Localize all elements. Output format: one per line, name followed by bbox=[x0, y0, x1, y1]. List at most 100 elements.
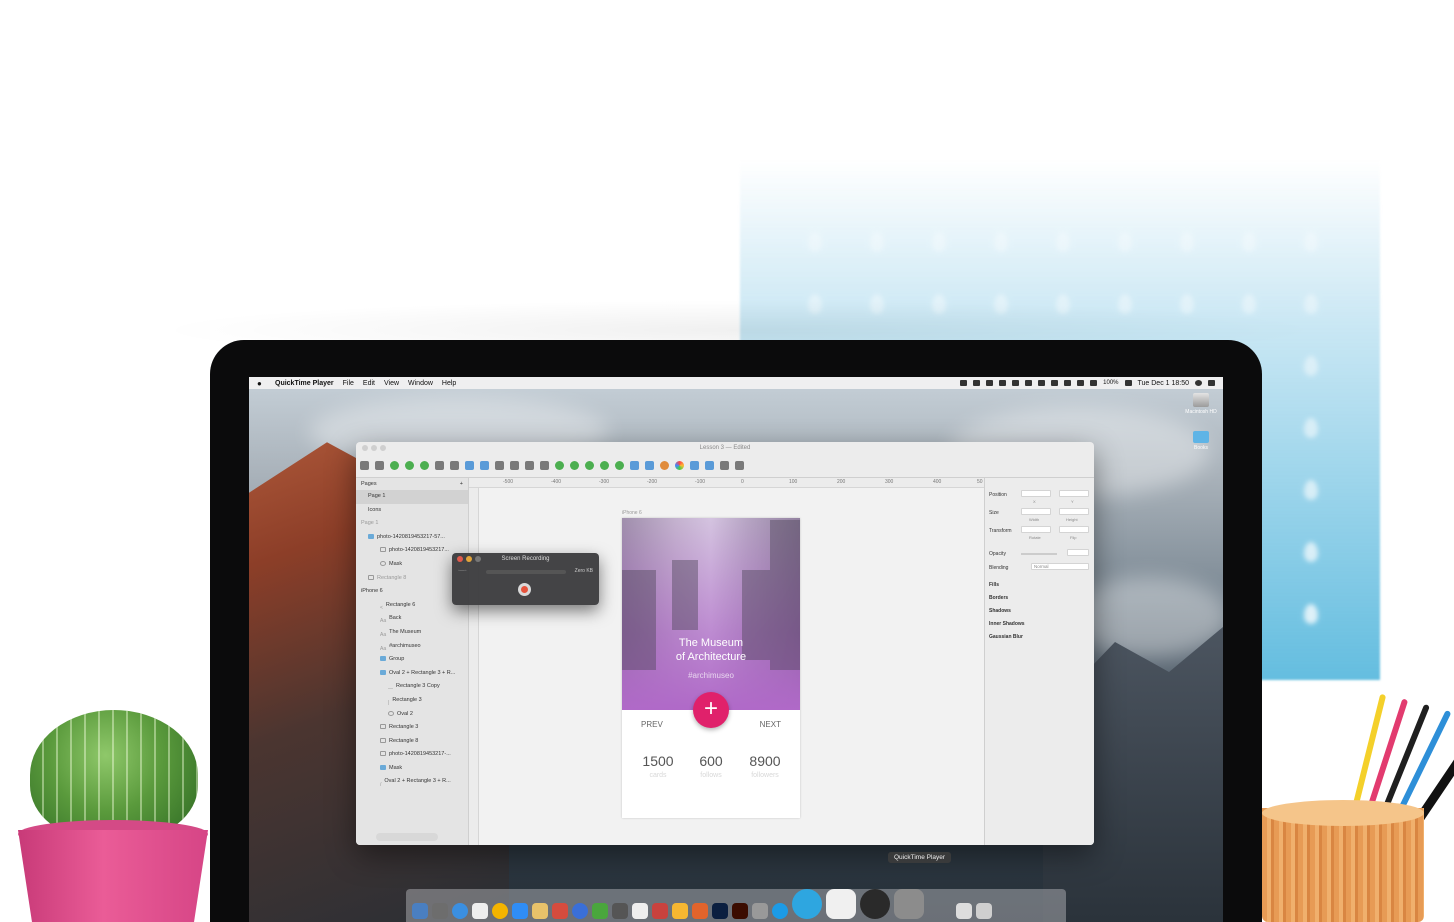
skype-web-icon[interactable] bbox=[572, 903, 588, 919]
photoshop-icon[interactable] bbox=[712, 903, 728, 919]
next-button[interactable]: NEXT bbox=[760, 720, 781, 729]
app-store-icon[interactable] bbox=[512, 903, 528, 919]
close-button[interactable] bbox=[457, 556, 463, 562]
airplay-icon[interactable] bbox=[1038, 380, 1046, 386]
trash-icon[interactable] bbox=[976, 903, 992, 919]
notes-icon[interactable] bbox=[532, 903, 548, 919]
view-icon[interactable] bbox=[735, 461, 744, 470]
menu-file[interactable]: File bbox=[343, 380, 354, 387]
layer-item[interactable]: Mask bbox=[356, 762, 468, 776]
pages-icon[interactable] bbox=[632, 903, 648, 919]
status-icon[interactable] bbox=[960, 380, 968, 386]
finder-icon[interactable] bbox=[412, 903, 428, 919]
forward-icon[interactable] bbox=[630, 461, 639, 470]
zoom-icon[interactable] bbox=[525, 461, 534, 470]
launchpad-icon[interactable] bbox=[432, 903, 448, 919]
rotate-input[interactable] bbox=[1021, 526, 1051, 533]
sketch-icon[interactable] bbox=[672, 903, 688, 919]
battery-icon[interactable] bbox=[1124, 380, 1132, 386]
inner-shadows-section[interactable]: Inner Shadows bbox=[989, 621, 1025, 627]
menu-view[interactable]: View bbox=[384, 380, 399, 387]
clock[interactable]: Tue Dec 1 18:50 bbox=[1138, 380, 1190, 387]
width-input[interactable] bbox=[1021, 508, 1051, 515]
layer-item[interactable]: Rectangle 8 bbox=[356, 735, 468, 749]
menu-window[interactable]: Window bbox=[408, 380, 433, 387]
recording-titlebar[interactable]: Screen Recording bbox=[452, 553, 599, 565]
page-item[interactable]: Page 1 bbox=[356, 490, 468, 504]
position-x-input[interactable] bbox=[1021, 490, 1051, 497]
intersect-icon[interactable] bbox=[585, 461, 594, 470]
apple-menu-icon[interactable]: ● bbox=[257, 379, 265, 388]
layer-item[interactable]: photo-1420819453217-... bbox=[356, 748, 468, 762]
utility-icon[interactable] bbox=[752, 903, 768, 919]
insert-icon[interactable] bbox=[360, 461, 369, 470]
system-preferences-icon[interactable] bbox=[894, 889, 924, 919]
vector-icon[interactable] bbox=[435, 461, 444, 470]
text-icon[interactable] bbox=[450, 461, 459, 470]
position-y-input[interactable] bbox=[1059, 490, 1089, 497]
status-icon[interactable] bbox=[999, 380, 1007, 386]
edit-icon[interactable] bbox=[540, 461, 549, 470]
notification-center-icon[interactable] bbox=[1208, 380, 1215, 386]
layer-item[interactable]: AaBack bbox=[356, 612, 468, 626]
downloads-icon[interactable] bbox=[956, 903, 972, 919]
terminal-icon[interactable] bbox=[612, 903, 628, 919]
status-icon[interactable] bbox=[973, 380, 981, 386]
difference-icon[interactable] bbox=[600, 461, 609, 470]
layer-item[interactable]: photo-1420819453217-57... bbox=[356, 531, 468, 545]
safari-icon[interactable] bbox=[452, 903, 468, 919]
menu-app-name[interactable]: QuickTime Player bbox=[275, 380, 334, 387]
quicktime-icon[interactable] bbox=[860, 889, 890, 919]
layer-item[interactable]: Aa#archimuseo bbox=[356, 640, 468, 654]
page-item[interactable]: Icons bbox=[356, 504, 468, 518]
wifi-icon[interactable] bbox=[1051, 380, 1059, 386]
bluetooth-icon[interactable] bbox=[1077, 380, 1085, 386]
blending-select[interactable]: Normal bbox=[1031, 563, 1089, 570]
group-icon[interactable] bbox=[375, 461, 384, 470]
evernote-icon[interactable] bbox=[592, 903, 608, 919]
artboard-icon[interactable] bbox=[465, 461, 474, 470]
menu-help[interactable]: Help bbox=[442, 380, 456, 387]
chrome-icon[interactable] bbox=[492, 903, 508, 919]
layer-item[interactable]: —Rectangle 3 Copy bbox=[356, 680, 468, 694]
color-icon[interactable] bbox=[675, 461, 684, 470]
create-symbol-icon[interactable] bbox=[390, 461, 399, 470]
itunes-icon[interactable] bbox=[826, 889, 856, 919]
mask-icon[interactable] bbox=[510, 461, 519, 470]
opacity-slider[interactable] bbox=[1021, 553, 1057, 555]
add-button[interactable]: + bbox=[693, 692, 729, 728]
record-button[interactable] bbox=[518, 583, 531, 596]
spotlight-icon[interactable] bbox=[1195, 380, 1202, 386]
oval-icon[interactable] bbox=[405, 461, 414, 470]
subtract-icon[interactable] bbox=[570, 461, 579, 470]
desktop-icon-books[interactable]: Books bbox=[1181, 431, 1221, 451]
layer-item[interactable]: AaThe Museum bbox=[356, 626, 468, 640]
opacity-input[interactable] bbox=[1067, 549, 1089, 556]
volume-icon[interactable] bbox=[1064, 380, 1072, 386]
image-icon[interactable] bbox=[495, 461, 504, 470]
rectangle-icon[interactable] bbox=[420, 461, 429, 470]
layer-item[interactable]: Oval 2 bbox=[356, 708, 468, 722]
artboard-label[interactable]: iPhone 6 bbox=[622, 510, 642, 516]
artboard[interactable]: The Museum of Architecture #archimuseo +… bbox=[622, 518, 800, 818]
firefox-icon[interactable] bbox=[692, 903, 708, 919]
backward-icon[interactable] bbox=[645, 461, 654, 470]
height-input[interactable] bbox=[1059, 508, 1089, 515]
telegram-icon[interactable] bbox=[792, 889, 822, 919]
flag-icon[interactable] bbox=[1090, 380, 1098, 386]
status-icon[interactable] bbox=[986, 380, 994, 386]
desktop-icon-hd[interactable]: Macintosh HD bbox=[1181, 393, 1221, 415]
layer-item[interactable]: |Rectangle 3 bbox=[356, 694, 468, 708]
status-icon[interactable] bbox=[1025, 380, 1033, 386]
layout-icon[interactable] bbox=[690, 461, 699, 470]
slice-icon[interactable] bbox=[480, 461, 489, 470]
union-icon[interactable] bbox=[555, 461, 564, 470]
canvas[interactable]: -500 -400 -300 -200 -100 0 100 200 300 4… bbox=[469, 478, 984, 845]
menu-edit[interactable]: Edit bbox=[363, 380, 375, 387]
layer-item[interactable]: Group bbox=[356, 653, 468, 667]
flatten-icon[interactable] bbox=[615, 461, 624, 470]
volume-icon[interactable]: ◦—◦ bbox=[458, 568, 467, 574]
mirror-icon[interactable] bbox=[660, 461, 669, 470]
minimize-button[interactable] bbox=[466, 556, 472, 562]
reminders-icon[interactable] bbox=[552, 903, 568, 919]
